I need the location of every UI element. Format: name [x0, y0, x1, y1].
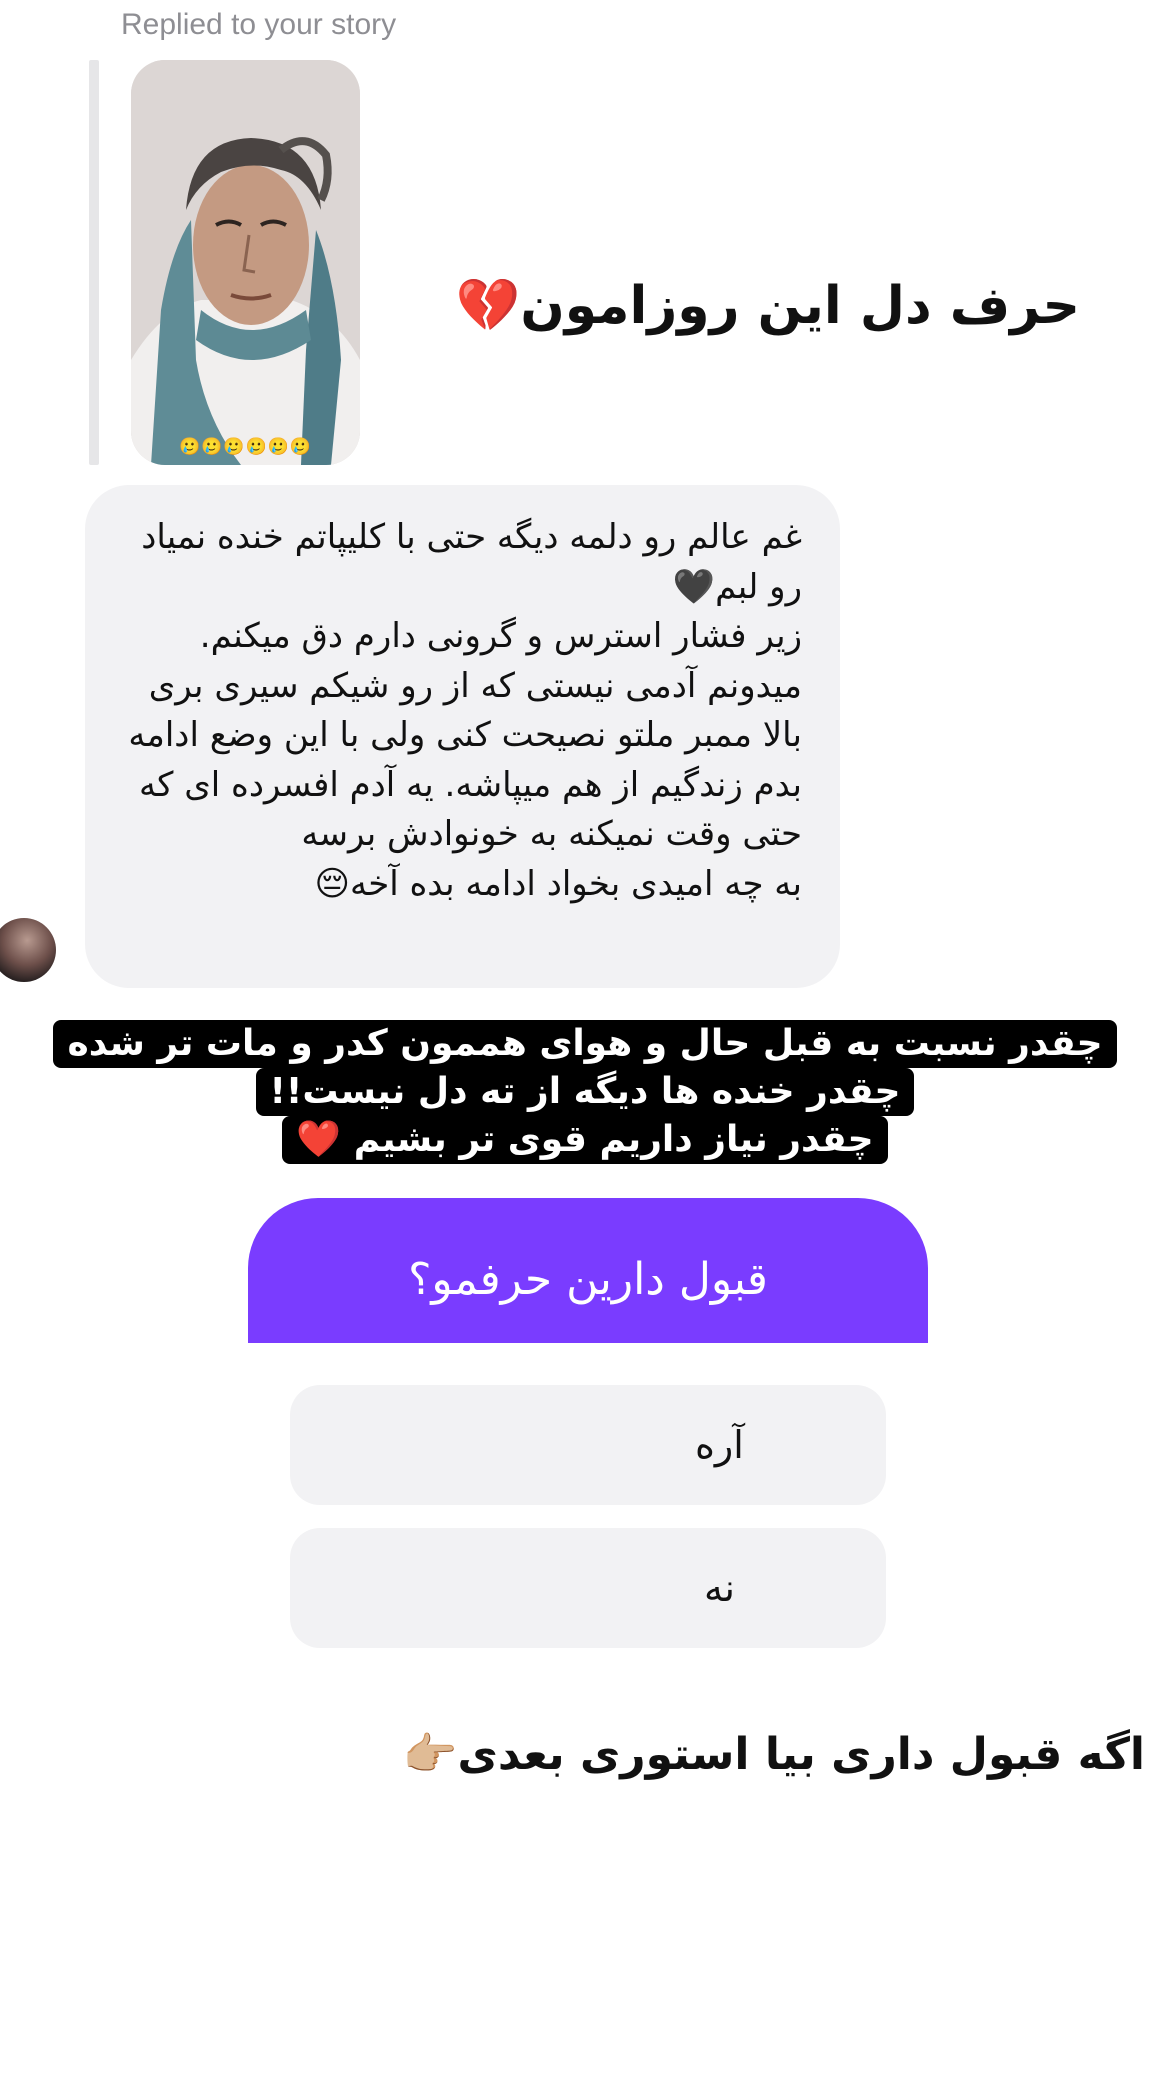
next-story-prompt-text: اگه قبول داری بیا استوری بعدی	[457, 1729, 1145, 1780]
story-thumbnail[interactable]: 🥲🥲🥲🥲🥲🥲	[131, 60, 360, 465]
pointing-finger-icon: 👉🏼	[402, 1729, 458, 1780]
replied-to-story-label: Replied to your story	[121, 8, 397, 41]
story-caption: چقدر نسبت به قبل حال و هوای هممون کدر و …	[0, 1020, 1170, 1164]
next-story-prompt: اگه قبول داری بیا استوری بعدی👉🏼	[403, 1728, 1145, 1780]
story-thumbnail-emojis: 🥲🥲🥲🥲🥲🥲	[178, 437, 312, 457]
poll-header: قبول دارین حرفمو؟	[248, 1198, 928, 1343]
story-headline: حرف دل این روزامون💔	[456, 275, 1080, 336]
caption-line-1: چقدر نسبت به قبل حال و هوای هممون کدر و …	[53, 1020, 1117, 1068]
broken-heart-icon: 💔	[455, 276, 521, 336]
caption-line-3: چقدر نیاز داریم قوی تر بشیم ❤️	[282, 1116, 888, 1164]
story-headline-text: حرف دل این روزامون	[520, 276, 1080, 336]
sender-avatar[interactable]	[0, 918, 56, 982]
poll-question: قبول دارین حرفمو؟	[408, 1254, 768, 1305]
poll-option-yes[interactable]: آره	[290, 1385, 886, 1505]
poll-option-no-label: نه	[704, 1566, 735, 1610]
story-person-image	[131, 60, 360, 465]
poll-option-no[interactable]: نه	[290, 1528, 886, 1648]
message-bubble[interactable]: غم عالم رو دلمه دیگه حتی با کلیپاتم خنده…	[85, 485, 840, 988]
poll-option-yes-label: آره	[695, 1423, 744, 1467]
caption-line-3-text: چقدر نیاز داریم قوی تر بشیم	[353, 1119, 874, 1160]
reply-quote-bar	[89, 60, 99, 465]
red-heart-icon: ❤️	[296, 1119, 342, 1160]
caption-line-2: چقدر خنده ها دیگه از ته دل نیست!!	[255, 1068, 915, 1116]
message-text: غم عالم رو دلمه دیگه حتی با کلیپاتم خنده…	[128, 517, 802, 904]
